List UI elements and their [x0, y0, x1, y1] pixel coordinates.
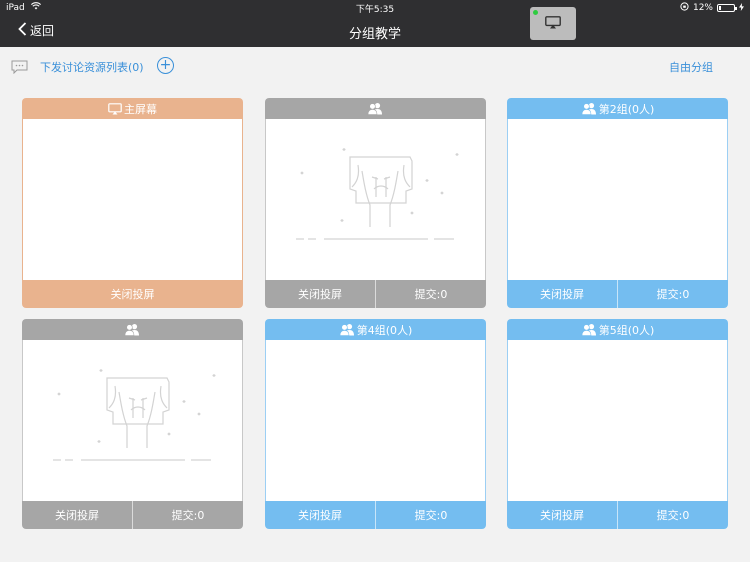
card-title: 主屏幕: [124, 102, 157, 116]
close-projection-button[interactable]: 关闭投屏: [22, 501, 132, 529]
card-title: 第2组(0人): [598, 102, 655, 116]
card-footer: 关闭投屏 提交:0: [22, 501, 243, 529]
rotation-lock-icon: [680, 2, 689, 14]
close-projection-button[interactable]: 关闭投屏: [265, 280, 375, 308]
toolbar: 下发讨论资源列表(0) + 自由分组: [0, 47, 750, 87]
battery-fill: [719, 6, 721, 10]
card-body: [265, 119, 486, 280]
page-title: 分组教学: [348, 27, 401, 42]
group-card: 第5组(0人) 关闭投屏 提交:0: [507, 319, 728, 529]
empty-state-illustration: [292, 143, 462, 257]
battery-percent: 12%: [692, 3, 713, 13]
users-icon: [581, 102, 597, 115]
card-footer: 关闭投屏 提交:0: [265, 280, 486, 308]
submission-count[interactable]: 提交:0: [617, 501, 728, 529]
card-header: [22, 319, 243, 340]
card-footer: 关闭投屏 提交:0: [507, 280, 728, 308]
group-card: 关闭投屏 提交:0: [265, 98, 486, 308]
plus-circle-icon[interactable]: +: [157, 57, 174, 74]
card-body: [265, 340, 486, 501]
group-card: 关闭投屏 提交:0: [22, 319, 243, 529]
card-body: [22, 340, 243, 501]
monitor-icon: [108, 102, 122, 115]
users-icon: [581, 323, 597, 336]
group-card: 第4组(0人) 关闭投屏 提交:0: [265, 319, 486, 529]
battery-icon: [717, 4, 737, 12]
card-title: 第4组(0人): [356, 323, 413, 337]
users-icon: [124, 323, 140, 336]
free-grouping-button[interactable]: 自由分组: [669, 59, 713, 75]
card-body: [507, 119, 728, 280]
close-projection-button[interactable]: 关闭投屏: [507, 280, 617, 308]
close-projection-button[interactable]: 关闭投屏: [507, 501, 617, 529]
card-footer: 关闭投屏 提交:0: [507, 501, 728, 529]
resource-list-link[interactable]: 下发讨论资源列表(0): [40, 59, 144, 75]
card-header: 第4组(0人): [265, 319, 486, 340]
card-footer: 关闭投屏 提交:0: [265, 501, 486, 529]
card-body: [507, 340, 728, 501]
submission-count[interactable]: 提交:0: [375, 280, 486, 308]
chat-bubble-icon: [11, 59, 28, 78]
card-title: 第5组(0人): [598, 323, 655, 337]
card-header: [265, 98, 486, 119]
connection-dot: [533, 10, 538, 15]
card-header: 第5组(0人): [507, 319, 728, 340]
users-icon: [367, 102, 383, 115]
airplay-button[interactable]: [530, 7, 576, 40]
card-header: 主屏幕: [22, 98, 243, 119]
submission-count[interactable]: 提交:0: [132, 501, 243, 529]
status-bar: iPad 下午5:35 12%: [0, 0, 750, 15]
nav-bar: 返回 分组教学: [0, 7, 750, 47]
submission-count[interactable]: 提交:0: [375, 501, 486, 529]
card-header: 第2组(0人): [507, 98, 728, 119]
close-projection-button[interactable]: 关闭投屏: [265, 501, 375, 529]
close-projection-button[interactable]: 关闭投屏: [22, 280, 243, 308]
group-card: 主屏幕关闭投屏: [22, 98, 243, 308]
users-icon: [339, 323, 355, 336]
group-card: 第2组(0人) 关闭投屏 提交:0: [507, 98, 728, 308]
card-body: [22, 119, 243, 280]
submission-count[interactable]: 提交:0: [617, 280, 728, 308]
airplay-icon: [545, 14, 561, 33]
charging-icon: [739, 2, 744, 14]
status-bar-right: 12%: [680, 2, 744, 14]
card-footer: 关闭投屏: [22, 280, 243, 308]
empty-state-illustration: [49, 364, 219, 478]
